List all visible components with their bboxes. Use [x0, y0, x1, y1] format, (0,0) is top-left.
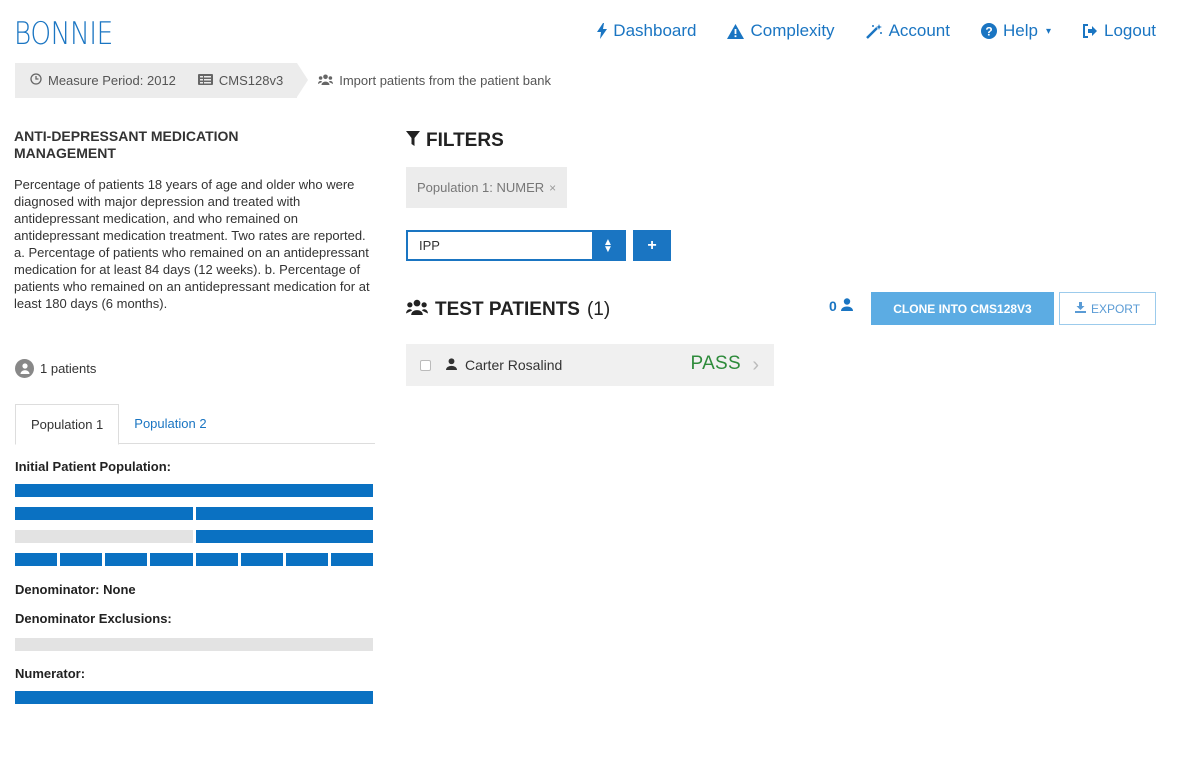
svg-text:?: ?	[985, 25, 992, 39]
logic-bar	[15, 691, 373, 704]
filters-heading: FILTERS	[406, 130, 504, 152]
numerator-label: Numerator:	[15, 666, 86, 681]
logic-segment	[285, 553, 328, 566]
filter-chip-label: Population 1: NUMER	[417, 180, 545, 195]
logic-segment	[15, 553, 58, 566]
logic-segment	[195, 530, 373, 543]
top-nav: Dashboard Complexity Account ? Help ▾ Lo…	[597, 21, 1156, 41]
breadcrumb-measure[interactable]: CMS128v3	[197, 73, 284, 88]
logic-segment	[105, 553, 148, 566]
logic-segment	[330, 553, 373, 566]
chevron-down-icon: ▾	[1045, 25, 1051, 37]
breadcrumb-measure-label: CMS128v3	[218, 73, 284, 88]
breadcrumb-arrow	[297, 63, 309, 97]
logic-segment	[15, 484, 373, 497]
breadcrumb-period[interactable]: Measure Period: 2012	[30, 73, 176, 88]
download-icon	[1074, 301, 1086, 316]
filter-icon	[406, 130, 420, 152]
list-icon	[197, 73, 213, 88]
nav-help-label: Help	[1003, 21, 1038, 40]
breadcrumb-measure-box: Measure Period: 2012 CMS128v3	[15, 63, 298, 98]
nav-dashboard-label: Dashboard	[613, 21, 697, 40]
app-logo[interactable]: BONNIE	[14, 16, 113, 52]
nav-complexity[interactable]: Complexity	[727, 21, 835, 41]
logic-segment	[15, 530, 193, 543]
logic-segment	[150, 553, 193, 566]
population-select[interactable]: IPP ▲ ▼	[406, 230, 626, 261]
logic-bar	[15, 638, 373, 651]
selected-count: 0	[829, 298, 853, 314]
filter-chip: Population 1: NUMER ×	[406, 167, 568, 208]
question-circle-icon: ?	[981, 23, 997, 39]
ipp-label: Initial Patient Population:	[15, 459, 171, 474]
nav-complexity-label: Complexity	[750, 21, 835, 40]
test-patients-heading-label: TEST PATIENTS	[435, 299, 580, 320]
export-label: EXPORT	[1090, 301, 1141, 316]
close-icon[interactable]: ×	[549, 181, 556, 195]
sort-arrows-icon: ▲ ▼	[592, 232, 624, 259]
breadcrumb-current-label: Import patients from the patient bank	[339, 73, 551, 88]
logic-bar	[15, 507, 373, 520]
chevron-right-icon[interactable]: ›	[752, 354, 759, 377]
add-filter-button[interactable]: +	[633, 230, 671, 261]
denominator-label: Denominator: None	[15, 582, 136, 597]
user-icon	[840, 298, 853, 314]
users-icon	[318, 73, 334, 88]
patient-checkbox[interactable]	[420, 359, 431, 371]
warning-icon	[727, 23, 745, 39]
logic-segment	[60, 553, 103, 566]
patient-status: PASS	[690, 353, 741, 374]
tab-population-2[interactable]: Population 2	[119, 404, 221, 443]
logic-bar	[15, 553, 373, 566]
measure-description: Percentage of patients 18 years of age a…	[14, 177, 370, 311]
population-select-value: IPP	[419, 238, 440, 253]
measure-title: ANTI-DEPRESSANT MEDICATION MANAGEMENT	[14, 128, 239, 161]
patient-name[interactable]: Carter Rosalind	[465, 357, 562, 373]
logic-bar	[15, 530, 373, 543]
clock-icon	[30, 73, 42, 88]
breadcrumb: Measure Period: 2012 CMS128v3 Import pat…	[15, 63, 551, 98]
logic-bar	[15, 484, 373, 497]
users-icon	[406, 299, 428, 321]
nav-account[interactable]: Account	[865, 21, 950, 41]
patients-count-label: 1 patients	[40, 361, 97, 376]
export-button[interactable]: EXPORT	[1059, 292, 1156, 325]
magic-wand-icon	[865, 23, 883, 39]
test-patients-count: (1)	[586, 299, 611, 320]
tab-population-1[interactable]: Population 1	[15, 404, 120, 445]
nav-dashboard[interactable]: Dashboard	[597, 21, 696, 41]
nav-help[interactable]: ? Help ▾	[981, 21, 1051, 41]
logic-segment	[195, 507, 373, 520]
logic-segment	[195, 553, 238, 566]
logic-segment	[240, 553, 283, 566]
patient-row[interactable]: Carter Rosalind PASS ›	[406, 344, 774, 386]
nav-logout[interactable]: Logout	[1082, 21, 1156, 41]
logic-segment	[15, 638, 373, 651]
test-patients-heading: TEST PATIENTS (1)	[406, 299, 610, 321]
breadcrumb-period-label: Measure Period: 2012	[48, 73, 176, 88]
bolt-icon	[597, 23, 608, 39]
selected-count-value: 0	[829, 298, 837, 314]
clone-button[interactable]: CLONE INTO CMS128V3	[871, 292, 1054, 325]
denominator-exclusions-label: Denominator Exclusions:	[15, 611, 172, 626]
nav-logout-label: Logout	[1104, 21, 1156, 40]
user-avatar-icon	[15, 359, 34, 378]
patients-count: 1 patients	[15, 359, 96, 378]
breadcrumb-current: Import patients from the patient bank	[308, 63, 551, 98]
sign-out-icon	[1082, 24, 1098, 38]
logic-segment	[15, 507, 193, 520]
filters-heading-label: FILTERS	[426, 130, 504, 151]
user-icon	[446, 357, 457, 373]
logic-segment	[15, 691, 373, 704]
nav-account-label: Account	[888, 21, 950, 40]
population-tabs: Population 1 Population 2	[15, 404, 375, 445]
